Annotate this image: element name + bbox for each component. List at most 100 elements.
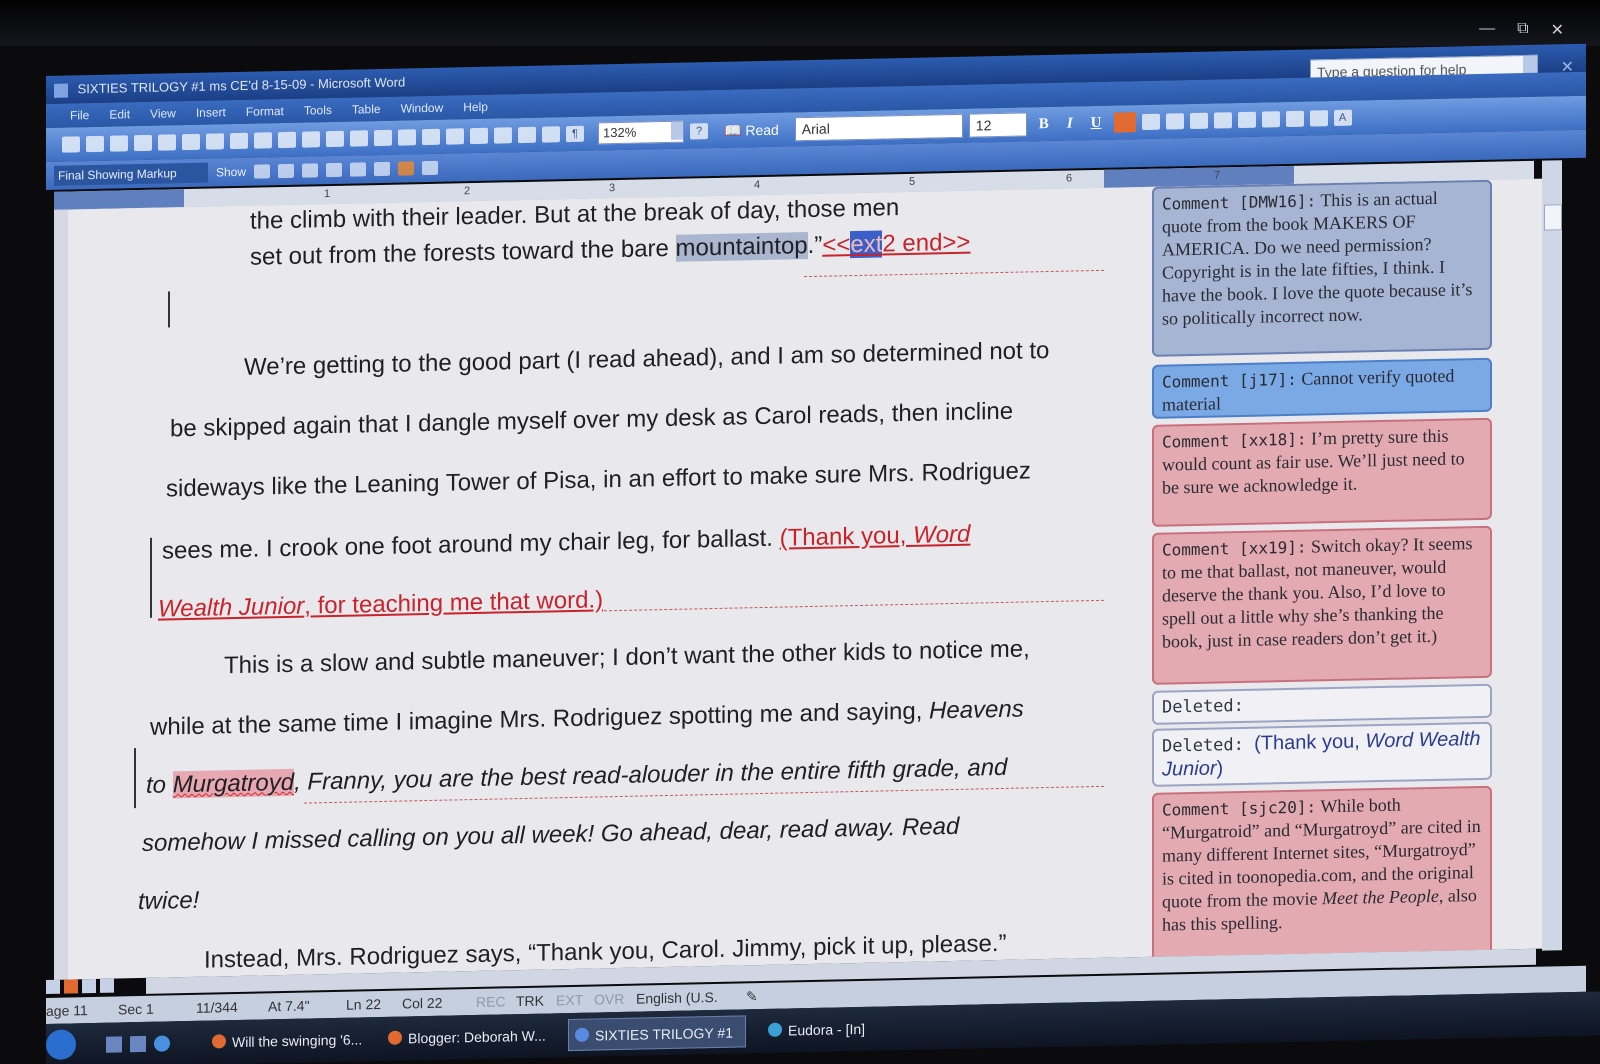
- menu-help[interactable]: Help: [463, 95, 488, 120]
- menu-view[interactable]: View: [150, 101, 176, 126]
- taskbar-item[interactable]: Blogger: Deborah W...: [382, 1019, 554, 1055]
- justify-icon[interactable]: [1189, 112, 1208, 130]
- selected-text: ext: [850, 230, 883, 259]
- accept-change-icon[interactable]: [302, 163, 319, 178]
- display-for-review-select[interactable]: Final Showing Markup: [54, 162, 208, 186]
- menu-table[interactable]: Table: [352, 97, 381, 122]
- hyperlink-icon[interactable]: [398, 129, 416, 146]
- font-select[interactable]: Arial: [794, 113, 963, 142]
- zoom-select[interactable]: 132%: [598, 120, 684, 145]
- copy-icon[interactable]: [278, 131, 296, 149]
- taskbar-item[interactable]: Will the swinging '6...: [206, 1023, 366, 1058]
- drawing-icon[interactable]: [518, 126, 536, 144]
- spelling-icon[interactable]: [206, 133, 224, 150]
- taskbar-item-active[interactable]: SIXTIES TRILOGY #1 ...: [568, 1015, 746, 1064]
- document-area[interactable]: the climb with their leader. But at the …: [54, 178, 1544, 980]
- view-buttons: [46, 978, 114, 994]
- normal-view-icon[interactable]: [46, 979, 60, 994]
- menu-format[interactable]: Format: [246, 99, 284, 124]
- next-change-icon[interactable]: [278, 163, 295, 179]
- start-button[interactable]: [46, 1029, 76, 1060]
- comment-balloon[interactable]: Comment [xx19]: Switch okay? It seems to…: [1152, 525, 1492, 685]
- menu-insert[interactable]: Insert: [196, 100, 226, 125]
- change-bar: [134, 748, 136, 809]
- menu-window[interactable]: Window: [401, 96, 444, 121]
- numbering-icon[interactable]: [1237, 111, 1256, 129]
- open-icon[interactable]: [86, 135, 104, 153]
- redo-icon[interactable]: [374, 129, 392, 147]
- doc-line: We’re getting to the good part (I read a…: [244, 336, 1050, 381]
- switch-windows-icon[interactable]: [130, 1035, 146, 1053]
- font-size-select[interactable]: 12: [968, 112, 1027, 138]
- deletion-balloon[interactable]: Deleted:: [1152, 683, 1492, 725]
- comment-balloon[interactable]: Comment [xx18]: I’m pretty sure this wou…: [1152, 417, 1492, 527]
- doc-line: twice!: [138, 886, 200, 916]
- show-menu-button[interactable]: Show: [216, 165, 246, 180]
- doc-line: sees me. I crook one foot around my chai…: [162, 520, 971, 565]
- bold-button[interactable]: B: [1039, 115, 1049, 132]
- insert-table-icon[interactable]: [446, 128, 464, 145]
- document-map-icon[interactable]: [542, 126, 560, 143]
- new-document-icon[interactable]: [62, 136, 80, 153]
- show-desktop-icon[interactable]: [106, 1036, 122, 1053]
- taskbar-item[interactable]: Eudora - [In]: [762, 1011, 942, 1047]
- word-app-icon: [54, 83, 68, 98]
- print-preview-icon[interactable]: [182, 133, 200, 151]
- deletion-balloon[interactable]: Deleted: (Thank you, Word Wealth Junior): [1152, 721, 1492, 787]
- comment-balloon[interactable]: Comment [sjc20]: While both “Murgatroid”…: [1152, 785, 1492, 963]
- comment-balloon[interactable]: Comment [DMW16]: This is an actual quote…: [1152, 179, 1492, 357]
- permission-icon[interactable]: [134, 134, 152, 152]
- show-hide-icon[interactable]: ¶: [566, 125, 584, 143]
- help-icon[interactable]: ?: [690, 123, 708, 140]
- vertical-scrollbar[interactable]: [1542, 160, 1562, 951]
- reject-change-icon[interactable]: [326, 162, 343, 178]
- menu-tools[interactable]: Tools: [304, 98, 332, 123]
- misspelled-word[interactable]: Murgatroyd: [172, 768, 295, 799]
- print-layout-icon[interactable]: [64, 979, 78, 994]
- borders-icon[interactable]: [1309, 110, 1328, 127]
- font-color-icon[interactable]: A: [1333, 109, 1352, 127]
- read-button[interactable]: 📖 Read: [724, 121, 779, 139]
- comment-tag: Comment [DMW16]:: [1162, 191, 1317, 214]
- track-changes-icon[interactable]: [398, 161, 415, 176]
- status-rec[interactable]: REC: [476, 988, 506, 1015]
- status-ext[interactable]: EXT: [556, 987, 583, 1014]
- cut-icon[interactable]: [254, 132, 272, 149]
- format-painter-icon[interactable]: [326, 130, 344, 148]
- save-icon[interactable]: [110, 135, 128, 152]
- research-icon[interactable]: [230, 132, 248, 150]
- align-left-button[interactable]: [1113, 112, 1136, 133]
- line-spacing-icon[interactable]: [1213, 112, 1232, 129]
- spelling-status-icon[interactable]: ✎: [746, 983, 758, 1009]
- undo-icon[interactable]: [350, 130, 368, 147]
- reviewing-pane-icon[interactable]: [422, 160, 439, 176]
- italic-button[interactable]: I: [1067, 115, 1073, 132]
- align-right-icon[interactable]: [1165, 113, 1184, 130]
- tables-borders-icon[interactable]: [422, 128, 440, 146]
- internet-explorer-icon[interactable]: [154, 1035, 170, 1052]
- status-trk[interactable]: TRK: [516, 988, 544, 1015]
- reading-view-icon[interactable]: [100, 978, 114, 993]
- comment-balloon[interactable]: Comment [j17]: Cannot verify quoted mate…: [1152, 357, 1492, 419]
- insert-comment-icon[interactable]: [350, 162, 367, 177]
- underline-button[interactable]: U: [1091, 114, 1102, 131]
- menu-edit[interactable]: Edit: [109, 102, 130, 126]
- status-ovr[interactable]: OVR: [594, 986, 624, 1013]
- columns-icon[interactable]: [494, 127, 512, 144]
- align-center-icon[interactable]: [1141, 113, 1160, 131]
- deleted-tag: Deleted:: [1162, 695, 1244, 718]
- comment-tag: Comment [xx18]:: [1162, 429, 1307, 452]
- scroll-thumb[interactable]: [1544, 204, 1562, 231]
- doc-line: to Murgatroyd, Franny, you are the best …: [146, 753, 1008, 799]
- comment-tag: Comment [j17]:: [1162, 369, 1297, 392]
- paste-icon[interactable]: [302, 131, 320, 148]
- highlight-icon[interactable]: [374, 161, 391, 177]
- bullets-icon[interactable]: [1261, 111, 1280, 128]
- print-icon[interactable]: [158, 134, 176, 151]
- menu-file[interactable]: File: [70, 103, 89, 127]
- previous-change-icon[interactable]: [254, 164, 271, 179]
- decrease-indent-icon[interactable]: [1285, 110, 1304, 128]
- insert-excel-icon[interactable]: [470, 127, 488, 145]
- status-language[interactable]: English (U.S.: [636, 984, 718, 1012]
- outline-view-icon[interactable]: [82, 978, 96, 994]
